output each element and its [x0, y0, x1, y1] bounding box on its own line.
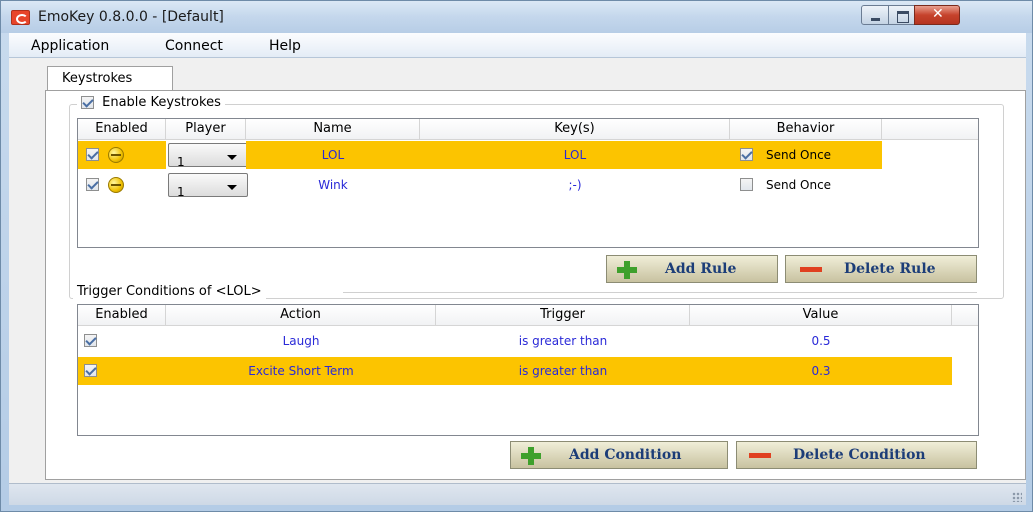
title-bar[interactable]: EmoKey 0.8.0.0 - [Default] ✕	[1, 1, 1032, 33]
group-divider	[343, 292, 977, 293]
enable-keystrokes-label: Enable Keystrokes	[102, 95, 221, 110]
enable-keystrokes-legend: Enable Keystrokes	[77, 95, 225, 110]
chevron-down-icon	[227, 185, 237, 190]
enabled-cell	[78, 171, 166, 199]
col-header-action[interactable]: Action	[166, 305, 436, 326]
trigger-cell[interactable]: is greater than	[436, 357, 690, 385]
keys-cell[interactable]: ;-)	[420, 171, 730, 199]
delete-rule-button[interactable]: Delete Rule	[785, 255, 977, 283]
enabled-cell	[78, 327, 166, 355]
action-cell[interactable]: Excite Short Term	[166, 357, 436, 385]
col-header-filler	[882, 119, 978, 140]
status-bar	[9, 483, 1026, 505]
minus-icon	[800, 267, 822, 272]
row-enabled-checkbox[interactable]	[86, 148, 99, 161]
delete-condition-button[interactable]: Delete Condition	[736, 441, 977, 469]
enable-keystrokes-checkbox[interactable]	[81, 96, 94, 109]
col-header-trigger[interactable]: Trigger	[436, 305, 690, 326]
condition-enabled-checkbox[interactable]	[84, 364, 97, 377]
tab-keystrokes[interactable]: Keystrokes	[47, 66, 173, 91]
window-title: EmoKey 0.8.0.0 - [Default]	[38, 9, 224, 25]
main-window: EmoKey 0.8.0.0 - [Default] ✕ Application…	[0, 0, 1033, 512]
name-cell[interactable]: LOL	[246, 141, 420, 169]
col-header-filler	[952, 305, 978, 326]
menu-connect[interactable]: Connect	[165, 38, 223, 54]
trigger-conditions-label: Trigger Conditions of <LOL>	[73, 284, 266, 299]
plus-icon	[617, 261, 637, 279]
menu-help[interactable]: Help	[269, 38, 301, 54]
keys-cell[interactable]: LOL	[420, 141, 730, 169]
name-cell[interactable]: Wink	[246, 171, 420, 199]
emokey-app-icon	[11, 10, 30, 25]
emotiv-face-icon	[108, 147, 124, 163]
conditions-table: Enabled Action Trigger Value Laugh is gr…	[77, 304, 979, 436]
condition-enabled-checkbox[interactable]	[84, 334, 97, 347]
send-once-checkbox[interactable]	[740, 178, 753, 191]
player-cell: 1	[166, 171, 248, 199]
content-area: Keystrokes Enable Keystrokes Enabled Pla…	[9, 58, 1026, 483]
send-once-label: Send Once	[766, 148, 832, 162]
col-header-behavior[interactable]: Behavior	[730, 119, 882, 140]
behavior-cell: Send Once	[730, 171, 882, 199]
col-header-value[interactable]: Value	[690, 305, 952, 326]
trigger-cell[interactable]: is greater than	[436, 327, 690, 355]
add-condition-button[interactable]: Add Condition	[510, 441, 728, 469]
minus-icon	[749, 453, 771, 458]
emotiv-face-icon	[108, 177, 124, 193]
close-button[interactable]: ✕	[914, 5, 960, 25]
table-row[interactable]: Laugh is greater than 0.5	[78, 327, 952, 355]
send-once-label: Send Once	[766, 178, 832, 192]
col-header-keys[interactable]: Key(s)	[420, 119, 730, 140]
player-cell: 1	[166, 141, 248, 169]
table-row[interactable]: 1 LOL LOL Send Once	[78, 141, 882, 169]
close-icon: ✕	[932, 6, 944, 22]
add-rule-button[interactable]: Add Rule	[606, 255, 778, 283]
col-header-enabled[interactable]: Enabled	[78, 305, 166, 326]
menu-bar: Application Connect Help	[9, 33, 1026, 58]
player-dropdown[interactable]: 1	[168, 173, 248, 199]
rules-table: Enabled Player Name Key(s) Behavior 1 LO…	[77, 118, 979, 248]
col-header-enabled[interactable]: Enabled	[78, 119, 166, 140]
table-row[interactable]: Excite Short Term is greater than 0.3	[78, 357, 952, 385]
enabled-cell	[78, 141, 166, 169]
enabled-cell	[78, 357, 166, 385]
plus-icon	[521, 447, 541, 465]
player-dropdown[interactable]: 1	[168, 143, 248, 169]
minimize-button[interactable]	[861, 5, 889, 25]
chevron-down-icon	[227, 155, 237, 160]
col-header-name[interactable]: Name	[246, 119, 420, 140]
menu-application[interactable]: Application	[31, 38, 109, 54]
behavior-cell: Send Once	[730, 141, 882, 169]
action-cell[interactable]: Laugh	[166, 327, 436, 355]
col-header-player[interactable]: Player	[166, 119, 246, 140]
table-row[interactable]: 1 Wink ;-) Send Once	[78, 171, 882, 199]
send-once-checkbox[interactable]	[740, 148, 753, 161]
value-cell[interactable]: 0.3	[690, 357, 952, 385]
row-enabled-checkbox[interactable]	[86, 178, 99, 191]
value-cell[interactable]: 0.5	[690, 327, 952, 355]
resize-grip-icon[interactable]	[1012, 492, 1022, 502]
maximize-button[interactable]	[888, 5, 915, 25]
